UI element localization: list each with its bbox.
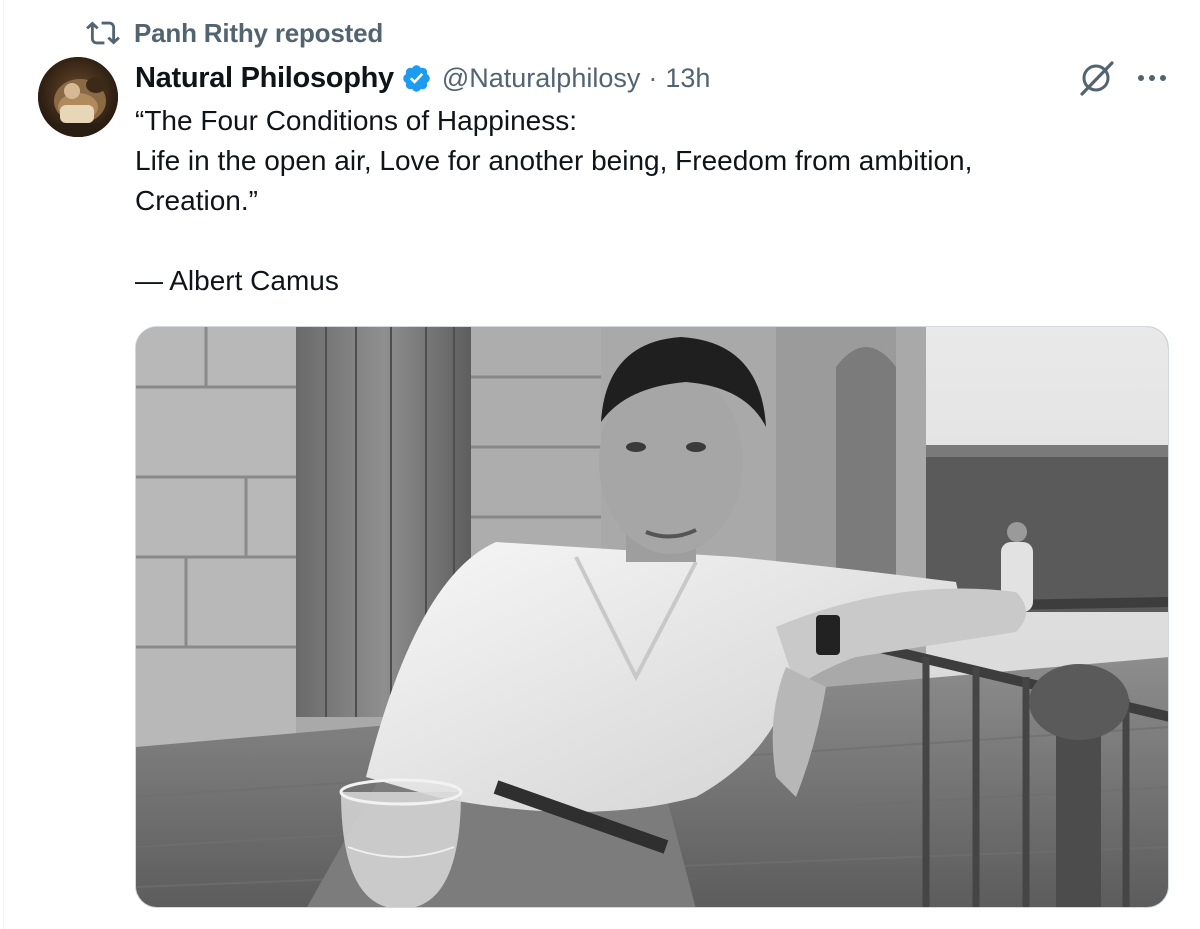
tweet-timestamp[interactable]: 13h (665, 63, 710, 94)
avatar-image (38, 57, 118, 137)
tweet-body: “The Four Conditions of Happiness: Life … (135, 101, 1155, 301)
tweet-text-line: Creation.” (135, 185, 258, 216)
repost-label[interactable]: Panh Rithy reposted (134, 18, 383, 49)
repost-icon (86, 21, 120, 45)
tweet-text-line: — Albert Camus (135, 265, 339, 296)
tweet-media-photo[interactable] (135, 326, 1169, 908)
repost-indicator[interactable]: Panh Rithy reposted (86, 16, 383, 50)
tweet-text-line: Life in the open air, Love for another b… (135, 145, 973, 176)
grok-icon[interactable] (1076, 58, 1116, 98)
verified-badge-icon[interactable] (401, 63, 432, 94)
tweet-container[interactable]: Panh Rithy reposted Natural Philosophy @… (0, 0, 1200, 929)
more-options-icon[interactable] (1135, 66, 1169, 90)
author-name[interactable]: Natural Philosophy (135, 62, 394, 95)
photo-image (136, 327, 1168, 907)
timeline-divider (3, 0, 4, 929)
avatar[interactable] (38, 57, 118, 137)
tweet-header: Natural Philosophy @Naturalphilosy · 13h (135, 58, 710, 98)
tweet-text-line: “The Four Conditions of Happiness: (135, 105, 577, 136)
author-handle[interactable]: @Naturalphilosy (442, 63, 641, 94)
separator-dot: · (648, 62, 658, 93)
